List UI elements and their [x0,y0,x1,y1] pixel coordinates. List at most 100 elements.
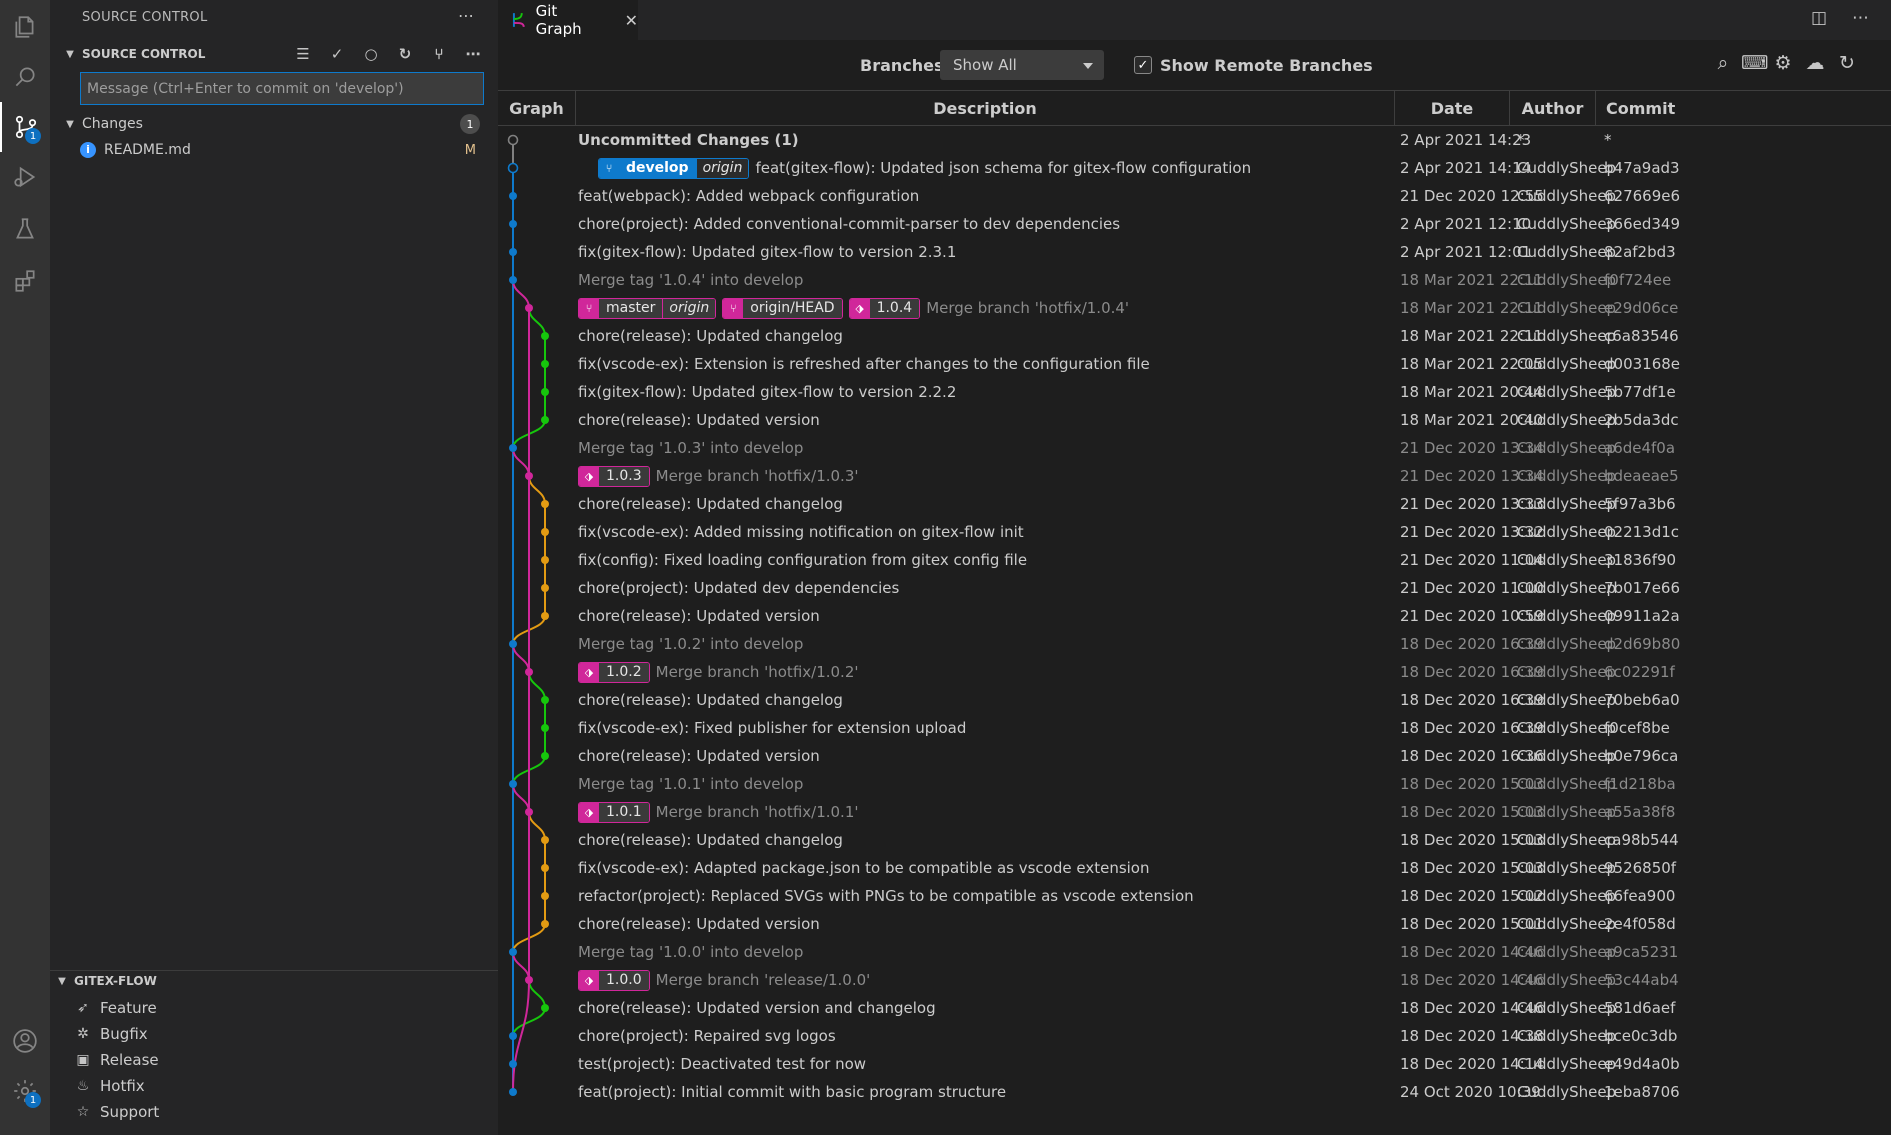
fetch-cloud-icon[interactable]: ☁ [1803,52,1827,74]
refresh-icon[interactable]: ↻ [1835,52,1859,74]
commit-row[interactable]: chore(release): Updated changelog 18 Mar … [498,322,1891,350]
commit-row[interactable]: Merge tag '1.0.3' into develop 21 Dec 202… [498,434,1891,462]
commit-row[interactable]: chore(release): Updated changelog 21 Dec … [498,490,1891,518]
commit-row[interactable]: test(project): Deactivated test for now 1… [498,1050,1891,1078]
commit-row[interactable]: refactor(project): Replaced SVGs with PN… [498,882,1891,910]
commit-row[interactable]: Merge tag '1.0.4' into develop 18 Mar 202… [498,266,1891,294]
commit-node[interactable] [509,780,517,788]
head-node[interactable] [507,162,519,174]
commit-node[interactable] [541,500,549,508]
account-icon[interactable] [0,1016,50,1066]
commit-row[interactable]: feat(project): Initial commit with basic… [498,1078,1891,1106]
commit-row[interactable]: Merge tag '1.0.2' into develop 18 Dec 202… [498,630,1891,658]
commit-node[interactable] [525,808,533,816]
source-control-section-header[interactable]: ▼ SOURCE CONTROL ☰ ✓ ○ ↻ ⑂ ⋯ [50,43,498,65]
extensions-icon[interactable] [0,256,50,306]
commit-node[interactable] [541,416,549,424]
commit-row[interactable]: ⬗ 1.0.2 Merge branch 'hotfix/1.0.2' 18 Dec … [498,658,1891,686]
commit-row[interactable]: Uncommitted Changes (1) 2 Apr 2021 14:23 *… [498,126,1891,154]
commit-row[interactable]: chore(release): Updated changelog 18 Dec … [498,686,1891,714]
gitflow-feature[interactable]: ➶ Feature [74,995,157,1021]
commit-row[interactable]: chore(release): Updated version and chan… [498,994,1891,1022]
commit-node[interactable] [541,920,549,928]
header-commit[interactable]: Commit [1596,91,1891,126]
commit-node[interactable] [509,1088,517,1096]
commit-node[interactable] [525,472,533,480]
tag-label[interactable]: ⬗ 1.0.4 [848,297,921,319]
commit-node[interactable] [525,668,533,676]
commit-node[interactable] [541,584,549,592]
terminal-icon[interactable]: ⌨ [1741,52,1768,74]
git-graph-icon[interactable]: ⑂ [430,45,448,63]
testing-flask-icon[interactable] [0,204,50,254]
commit-node[interactable] [541,332,549,340]
gitflow-release[interactable]: ▣ Release [74,1047,158,1073]
commit-node[interactable] [541,724,549,732]
commit-node[interactable] [525,976,533,984]
commit-row[interactable]: fix(gitex-flow): Updated gitex-flow to v… [498,378,1891,406]
view-as-tree-icon[interactable]: ☰ [294,45,312,63]
settings-gear-icon[interactable]: ⚙ [1771,52,1795,74]
run-debug-icon[interactable] [0,152,50,202]
branches-dropdown[interactable]: Show All [940,50,1104,80]
commit-node[interactable] [509,444,517,452]
tag-label[interactable]: ⬗ 1.0.1 [578,801,650,823]
close-icon[interactable]: ✕ [625,11,638,30]
commit-row[interactable]: chore(release): Updated changelog 18 Dec … [498,826,1891,854]
commit-row[interactable]: Merge tag '1.0.0' into develop 18 Dec 202… [498,938,1891,966]
commit-row[interactable]: ⬗ 1.0.3 Merge branch 'hotfix/1.0.3' 21 Dec … [498,462,1891,490]
header-author[interactable]: Author [1510,91,1596,126]
header-graph[interactable]: Graph [498,91,576,126]
more-actions-icon[interactable]: ⋯ [458,6,474,25]
more-actions-icon[interactable]: ⋯ [1852,8,1869,28]
gitex-flow-section-header[interactable]: ▼ GITEX-FLOW [50,970,498,992]
commit-node[interactable] [541,528,549,536]
commit-row[interactable]: ⬗ 1.0.1 Merge branch 'hotfix/1.0.1' 18 Dec … [498,798,1891,826]
commit-node[interactable] [509,248,517,256]
commit-row[interactable]: chore(release): Updated version 18 Mar 20… [498,406,1891,434]
commit-row[interactable]: chore(release): Updated version 18 Dec 20… [498,742,1891,770]
uncommitted-node[interactable] [507,134,519,146]
circle-icon[interactable]: ○ [362,45,380,63]
branch-label[interactable]: ⑂ origin/HEAD [722,297,843,319]
commit-node[interactable] [509,220,517,228]
commit-node[interactable] [541,892,549,900]
commit-node[interactable] [541,696,549,704]
header-description[interactable]: Description [576,91,1395,126]
more-icon[interactable]: ⋯ [464,45,482,63]
search-icon[interactable]: ⌕ [1711,52,1735,74]
commit-node[interactable] [541,388,549,396]
show-remote-checkbox[interactable]: ✓ [1134,56,1152,74]
commit-row[interactable]: chore(release): Updated version 18 Dec 20… [498,910,1891,938]
gitflow-hotfix[interactable]: ♨ Hotfix [74,1073,145,1099]
commit-node[interactable] [541,1004,549,1012]
gitflow-support[interactable]: ☆ Support [74,1099,160,1125]
gitflow-bugfix[interactable]: ✲ Bugfix [74,1021,148,1047]
commit-row[interactable]: fix(vscode-ex): Fixed publisher for exte… [498,714,1891,742]
commit-row[interactable]: chore(release): Updated version 21 Dec 20… [498,602,1891,630]
commit-row[interactable]: fix(gitex-flow): Updated gitex-flow to v… [498,238,1891,266]
commit-node[interactable] [509,948,517,956]
branch-label[interactable]: ⑂ master origin [578,297,717,319]
changes-group[interactable]: ▼ Changes 1 [50,111,498,137]
commit-row[interactable]: chore(project): Repaired svg logos 18 Dec… [498,1022,1891,1050]
commit-node[interactable] [509,276,517,284]
commit-row[interactable]: Merge tag '1.0.1' into develop 18 Dec 202… [498,770,1891,798]
commit-row[interactable]: ⑂ develop origin feat(gitex-flow): Updated … [498,154,1891,182]
commit-row[interactable]: fix(config): Fixed loading configuration… [498,546,1891,574]
commit-row[interactable]: ⬗ 1.0.0 Merge branch 'release/1.0.0' 18 Dec… [498,966,1891,994]
search-icon[interactable] [0,52,50,102]
header-date[interactable]: Date [1395,91,1510,126]
branch-label[interactable]: ⑂ develop origin [598,157,750,179]
tag-label[interactable]: ⬗ 1.0.0 [578,969,650,991]
commit-check-icon[interactable]: ✓ [328,45,346,63]
commit-node[interactable] [541,864,549,872]
refresh-icon[interactable]: ↻ [396,45,414,63]
split-editor-icon[interactable]: ◫ [1811,8,1827,28]
commit-row[interactable]: fix(vscode-ex): Added missing notificati… [498,518,1891,546]
tag-label[interactable]: ⬗ 1.0.3 [578,465,650,487]
commit-node[interactable] [541,360,549,368]
commit-node[interactable] [509,1060,517,1068]
commit-message-input[interactable] [80,72,484,105]
commit-row[interactable]: fix(vscode-ex): Adapted package.json to … [498,854,1891,882]
